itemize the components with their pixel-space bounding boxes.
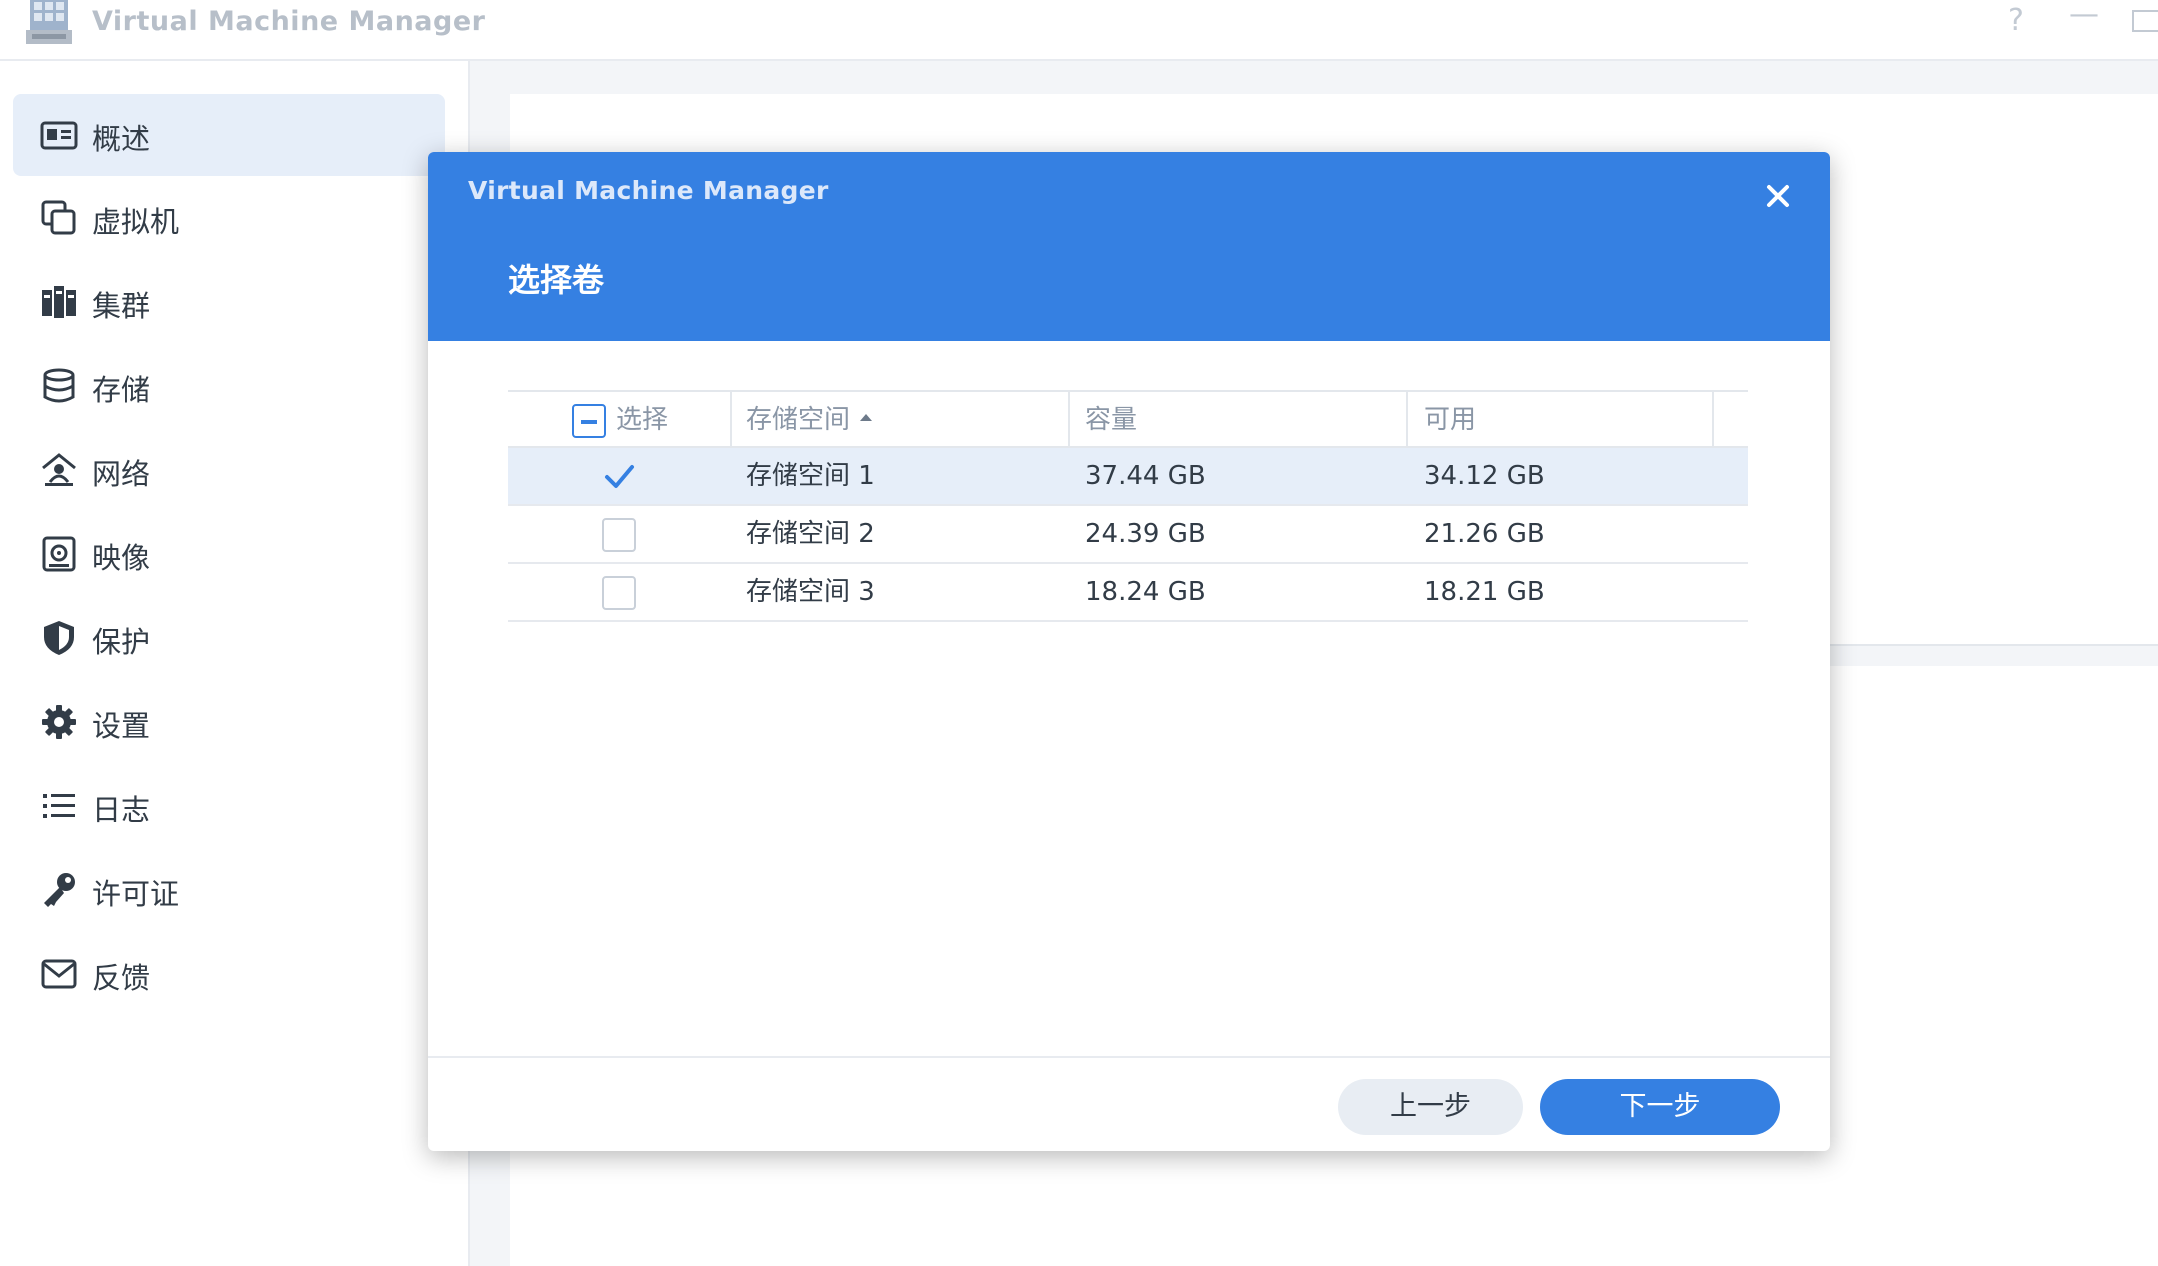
sidebar-item-log[interactable]: 日志	[13, 765, 445, 847]
image-icon	[42, 536, 76, 572]
sidebar-item-label: 许可证	[92, 877, 180, 911]
select-volume-dialog: Virtual Machine Manager 选择卷 选择 存储空间 容量 可…	[428, 152, 1830, 1151]
column-header-storage-pool[interactable]: 存储空间	[746, 392, 873, 448]
sidebar-item-label: 网络	[92, 457, 151, 491]
help-button[interactable]: ?	[2008, 6, 2024, 36]
capacity-value: 24.39 GB	[1085, 519, 1206, 549]
sidebar-item-label: 映像	[92, 541, 151, 575]
gear-icon	[42, 705, 76, 739]
column-divider[interactable]	[1712, 392, 1714, 448]
column-divider[interactable]	[730, 392, 732, 448]
sidebar-item-label: 概述	[92, 122, 151, 156]
key-icon	[44, 873, 75, 907]
table-row[interactable]: 存储空间 2 24.39 GB 21.26 GB	[508, 506, 1748, 564]
available-value: 21.26 GB	[1424, 519, 1545, 549]
sidebar-item-label: 设置	[92, 709, 151, 743]
sidebar-item-image[interactable]: 映像	[13, 513, 445, 595]
dialog-header: Virtual Machine Manager 选择卷	[428, 152, 1830, 341]
row-checkbox[interactable]	[602, 518, 636, 552]
capacity-value: 37.44 GB	[1085, 461, 1206, 491]
table-header: 选择 存储空间 容量 可用	[508, 390, 1748, 448]
sidebar-item-cluster[interactable]: 集群	[13, 261, 445, 343]
volume-table: 选择 存储空间 容量 可用 存储空间 1 37.44 GB 34.12 GB 存…	[508, 390, 1748, 622]
maximize-button[interactable]	[2132, 10, 2158, 32]
sidebar-item-label: 反馈	[92, 961, 151, 995]
dialog-app-title: Virtual Machine Manager	[468, 176, 829, 205]
previous-step-button[interactable]: 上一步	[1338, 1079, 1523, 1135]
sidebar-item-label: 虚拟机	[92, 205, 180, 239]
storage-pool-name: 存储空间 2	[746, 519, 875, 549]
sidebar-item-network[interactable]: 网络	[13, 429, 445, 511]
checkmark-icon[interactable]	[602, 460, 636, 494]
sidebar-item-overview[interactable]: 概述	[13, 94, 445, 176]
network-icon	[42, 453, 76, 486]
column-header-capacity[interactable]: 容量	[1085, 392, 1137, 448]
row-checkbox[interactable]	[602, 576, 636, 610]
available-value: 18.21 GB	[1424, 577, 1545, 607]
sort-ascending-icon	[860, 414, 873, 421]
dialog-step-title: 选择卷	[508, 261, 605, 299]
storage-icon	[43, 368, 75, 403]
title-bar: Virtual Machine Manager ? —	[0, 0, 2158, 61]
shield-icon	[44, 621, 74, 655]
available-value: 34.12 GB	[1424, 461, 1545, 491]
column-divider[interactable]	[1068, 392, 1070, 448]
sidebar-item-storage[interactable]: 存储	[13, 345, 445, 427]
app-logo-icon	[26, 0, 72, 44]
sidebar-item-label: 日志	[92, 793, 151, 827]
sidebar-item-label: 集群	[92, 289, 151, 323]
storage-pool-name: 存储空间 1	[746, 461, 875, 491]
overview-icon	[40, 121, 78, 150]
sidebar-item-protection[interactable]: 保护	[13, 597, 445, 679]
dialog-footer: 上一步 下一步	[428, 1056, 1830, 1151]
minimize-button[interactable]: —	[2069, 0, 2099, 30]
column-divider[interactable]	[1406, 392, 1408, 448]
virtual-machine-icon	[41, 200, 76, 235]
column-header-available[interactable]: 可用	[1424, 392, 1476, 448]
sidebar: 概述 虚拟机 集群 存储 网络 映像 保护 设置 日志 许可证 反馈	[0, 61, 470, 1266]
sidebar-item-label: 存储	[92, 373, 151, 407]
table-row[interactable]: 存储空间 3 18.24 GB 18.21 GB	[508, 564, 1748, 622]
close-icon[interactable]	[1758, 176, 1798, 216]
sidebar-item-label: 保护	[92, 625, 151, 659]
next-step-button[interactable]: 下一步	[1540, 1079, 1780, 1135]
select-all-checkbox[interactable]	[572, 404, 606, 438]
capacity-value: 18.24 GB	[1085, 577, 1206, 607]
sidebar-item-feedback[interactable]: 反馈	[13, 933, 445, 1015]
column-header-select[interactable]: 选择	[616, 392, 668, 448]
table-row[interactable]: 存储空间 1 37.44 GB 34.12 GB	[508, 448, 1748, 506]
cluster-icon	[42, 286, 76, 318]
sidebar-item-settings[interactable]: 设置	[13, 681, 445, 763]
column-header-label: 存储空间	[746, 405, 851, 435]
mail-icon	[41, 959, 77, 989]
app-title: Virtual Machine Manager	[92, 6, 486, 37]
sidebar-item-license[interactable]: 许可证	[13, 849, 445, 931]
sidebar-item-virtual-machine[interactable]: 虚拟机	[13, 177, 445, 259]
list-icon	[43, 794, 75, 818]
storage-pool-name: 存储空间 3	[746, 577, 875, 607]
